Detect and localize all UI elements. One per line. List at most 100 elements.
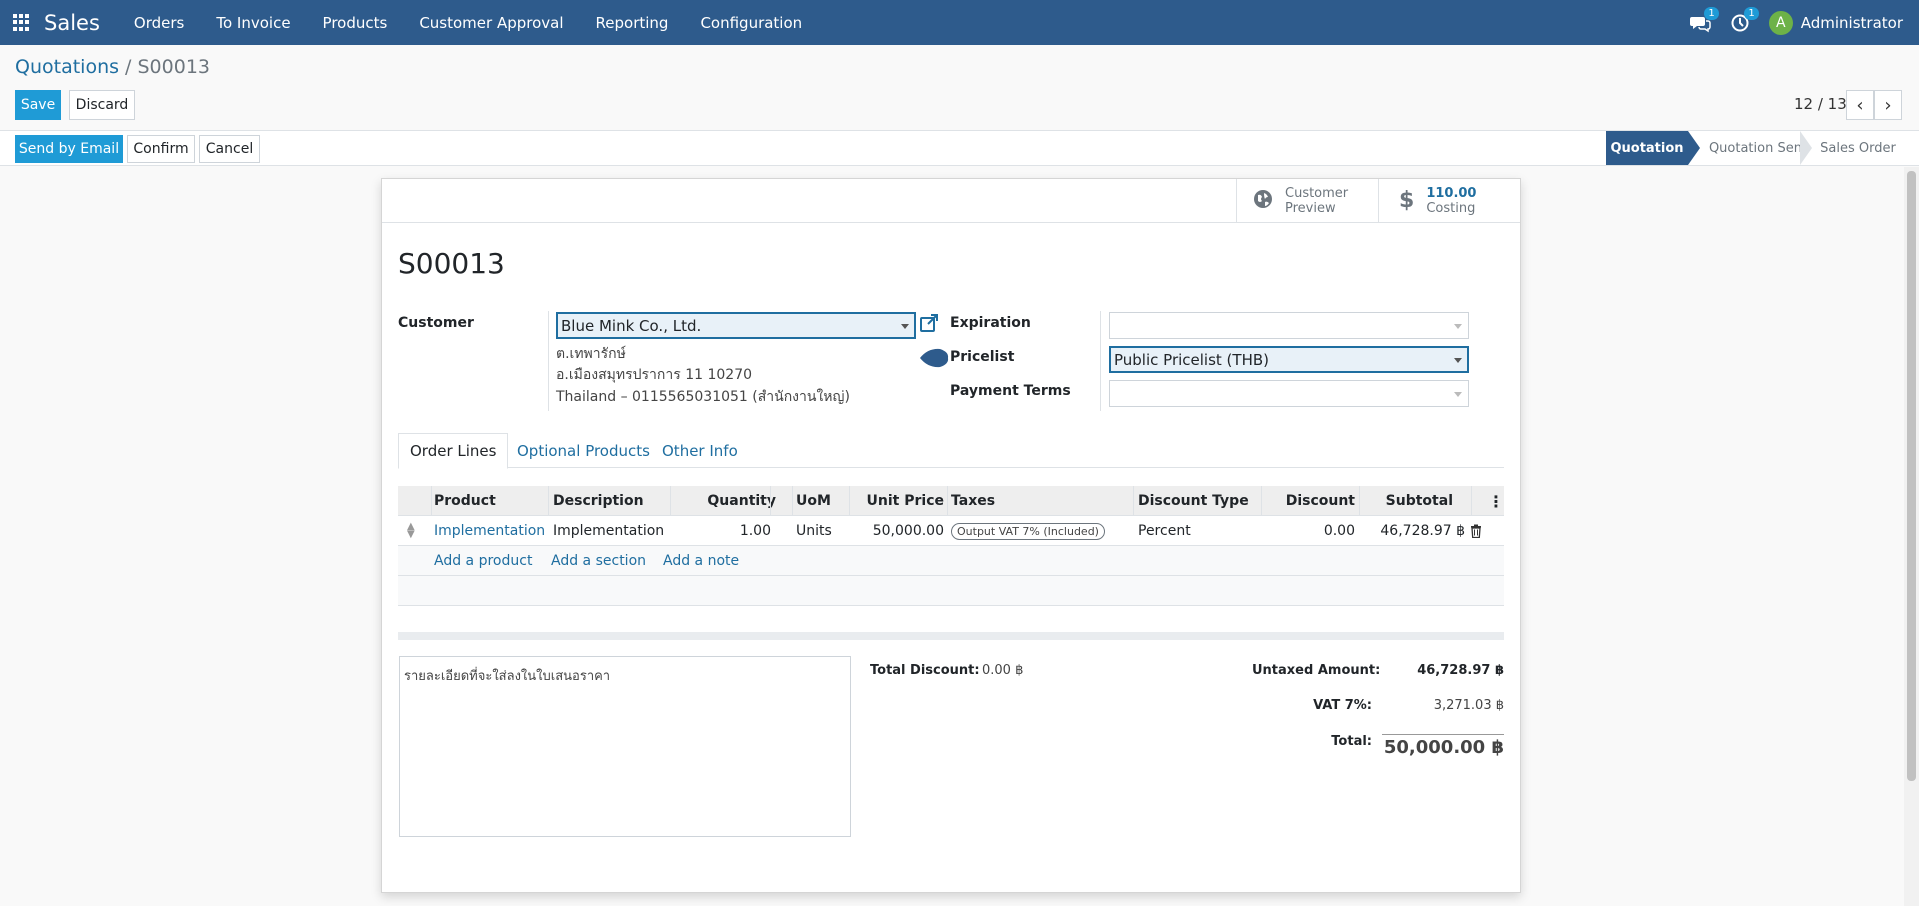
header-description[interactable]: Description [553, 486, 644, 516]
form-sheet: Customer Preview $ 110.00 Costing S00013… [381, 178, 1521, 893]
drag-handle-icon[interactable]: ▲ ▼ [407, 516, 415, 546]
cancel-button[interactable]: Cancel [199, 135, 260, 163]
total-value: 50,000.00 ฿ [1383, 737, 1504, 758]
scrollbar-thumb[interactable] [1907, 171, 1916, 781]
pricelist-dropdown-icon[interactable] [1454, 358, 1462, 363]
scrollbar[interactable] [1904, 167, 1919, 906]
costing-label: Costing [1426, 200, 1476, 216]
add-product-link[interactable]: Add a product [434, 546, 532, 576]
header-uom[interactable]: UoM [796, 486, 831, 516]
customer-dropdown-icon[interactable] [901, 324, 909, 329]
header-unit-price[interactable]: Unit Price [849, 486, 944, 516]
menu-orders[interactable]: Orders [134, 14, 184, 32]
status-bar: Send by Email Confirm Cancel Quotation Q… [0, 130, 1919, 166]
empty-row [398, 576, 1504, 606]
header-taxes[interactable]: Taxes [951, 486, 995, 516]
smart-button-bar: Customer Preview $ 110.00 Costing [382, 179, 1520, 223]
terms-note-field[interactable]: รายละเอียดที่จะใส่ลงในใบเสนอราคา [399, 656, 851, 837]
dollar-icon: $ [1399, 188, 1415, 213]
activities-badge: 1 [1744, 6, 1759, 20]
pager-next-icon[interactable]: › [1874, 90, 1902, 120]
discard-button[interactable]: Discard [69, 90, 135, 120]
tab-other-info[interactable]: Other Info [662, 433, 738, 468]
add-note-link[interactable]: Add a note [663, 546, 739, 576]
stage-quotation[interactable]: Quotation [1606, 131, 1688, 165]
user-menu[interactable]: Administrator [1801, 14, 1903, 32]
header-product[interactable]: Product [434, 486, 496, 516]
costing-button[interactable]: $ 110.00 Costing [1378, 179, 1520, 222]
menu-reporting[interactable]: Reporting [596, 14, 669, 32]
messages-icon[interactable]: 1 [1689, 6, 1719, 34]
payment-terms-label: Payment Terms [950, 383, 1071, 399]
customer-preview-line1: Customer [1285, 185, 1349, 201]
notebook-tabs: Order Lines Optional Products Other Info [398, 433, 1504, 469]
payment-terms-dropdown-icon[interactable] [1454, 392, 1462, 397]
menu-products[interactable]: Products [323, 14, 388, 32]
table-footer [398, 632, 1504, 640]
untaxed-amount-value: 46,728.97 ฿ [1417, 663, 1504, 678]
header-subtotal[interactable]: Subtotal [1359, 486, 1453, 516]
address-line-1: ต.เทพารักษ์ [556, 346, 626, 362]
expiration-dropdown-icon[interactable] [1454, 324, 1462, 329]
total-discount-value: 0.00 ฿ [982, 663, 1024, 678]
user-avatar[interactable]: A [1768, 10, 1793, 35]
customer-preview-line2: Preview [1285, 200, 1336, 216]
breadcrumb-current: S00013 [137, 56, 211, 78]
table-row[interactable]: ▲ ▼ Implementation Implementation 1.00 Un… [398, 516, 1504, 546]
tab-optional-products[interactable]: Optional Products [517, 433, 650, 468]
breadcrumb-quotations[interactable]: Quotations [15, 56, 119, 78]
costing-value: 110.00 [1426, 185, 1477, 201]
header-discount-type[interactable]: Discount Type [1138, 486, 1249, 516]
save-button[interactable]: Save [15, 90, 61, 120]
app-name[interactable]: Sales [44, 11, 100, 35]
breadcrumb-separator: / [119, 56, 138, 78]
external-link-icon[interactable] [918, 312, 940, 338]
row-uom[interactable]: Units [796, 516, 832, 546]
pager-previous-icon[interactable]: ‹ [1846, 90, 1874, 120]
pager-value[interactable]: 12 / 13 [1794, 95, 1847, 113]
payment-terms-field[interactable] [1109, 380, 1469, 407]
expiration-label: Expiration [950, 315, 1031, 331]
menu-customer-approval[interactable]: Customer Approval [419, 14, 563, 32]
app-menu-icon[interactable] [13, 13, 31, 32]
confirm-button[interactable]: Confirm [127, 135, 195, 163]
row-description[interactable]: Implementation [553, 516, 664, 546]
address-line-3: Thailand – 0115565031051 (สำนักงานใหญ่) [556, 389, 850, 405]
top-navbar: Sales Orders To Invoice Products Custome… [0, 0, 1919, 45]
row-unit-price[interactable]: 50,000.00 [849, 516, 944, 546]
row-product[interactable]: Implementation [434, 516, 545, 546]
breadcrumb: Quotations / S00013 [15, 56, 210, 78]
send-by-email-button[interactable]: Send by Email [15, 135, 123, 163]
globe-icon [1253, 189, 1273, 213]
stage-quotation-sent[interactable]: Quotation Sent [1700, 131, 1816, 165]
row-discount-type[interactable]: Percent [1138, 516, 1191, 546]
customer-value: Blue Mink Co., Ltd. [561, 316, 702, 335]
customer-preview-button[interactable]: Customer Preview [1236, 179, 1378, 222]
trash-icon[interactable] [1470, 516, 1482, 546]
expiration-field[interactable] [1109, 312, 1469, 339]
optional-columns-icon[interactable]: ⋮ [1488, 486, 1504, 516]
row-quantity[interactable]: 1.00 [670, 516, 771, 546]
menu-configuration[interactable]: Configuration [700, 14, 802, 32]
total-label: Total: [1331, 734, 1372, 749]
pricelist-label: Pricelist [950, 349, 1015, 365]
add-section-link[interactable]: Add a section [551, 546, 646, 576]
vat-label: VAT 7%: [1313, 698, 1372, 713]
messages-badge: 1 [1704, 6, 1719, 20]
pricelist-marker-icon [918, 346, 950, 374]
tax-tag[interactable]: Output VAT 7% (Included) [951, 522, 1105, 540]
total-discount-label: Total Discount: [870, 663, 980, 678]
row-subtotal: 46,728.97 ฿ [1380, 523, 1465, 539]
pricelist-field[interactable]: Public Pricelist (THB) [1109, 346, 1469, 373]
header-discount[interactable]: Discount [1261, 486, 1355, 516]
document-title: S00013 [398, 247, 505, 280]
customer-field[interactable]: Blue Mink Co., Ltd. [556, 312, 916, 339]
tab-order-lines[interactable]: Order Lines [398, 433, 509, 469]
address-line-2: อ.เมืองสมุทรปราการ 11 10270 [556, 367, 753, 383]
stage-sales-order[interactable]: Sales Order [1812, 131, 1904, 165]
header-quantity[interactable]: Quantity [670, 486, 776, 516]
row-discount[interactable]: 0.00 [1261, 516, 1355, 546]
untaxed-amount-label: Untaxed Amount: [1252, 663, 1381, 678]
activities-icon[interactable]: 1 [1729, 6, 1759, 34]
menu-to-invoice[interactable]: To Invoice [216, 14, 290, 32]
